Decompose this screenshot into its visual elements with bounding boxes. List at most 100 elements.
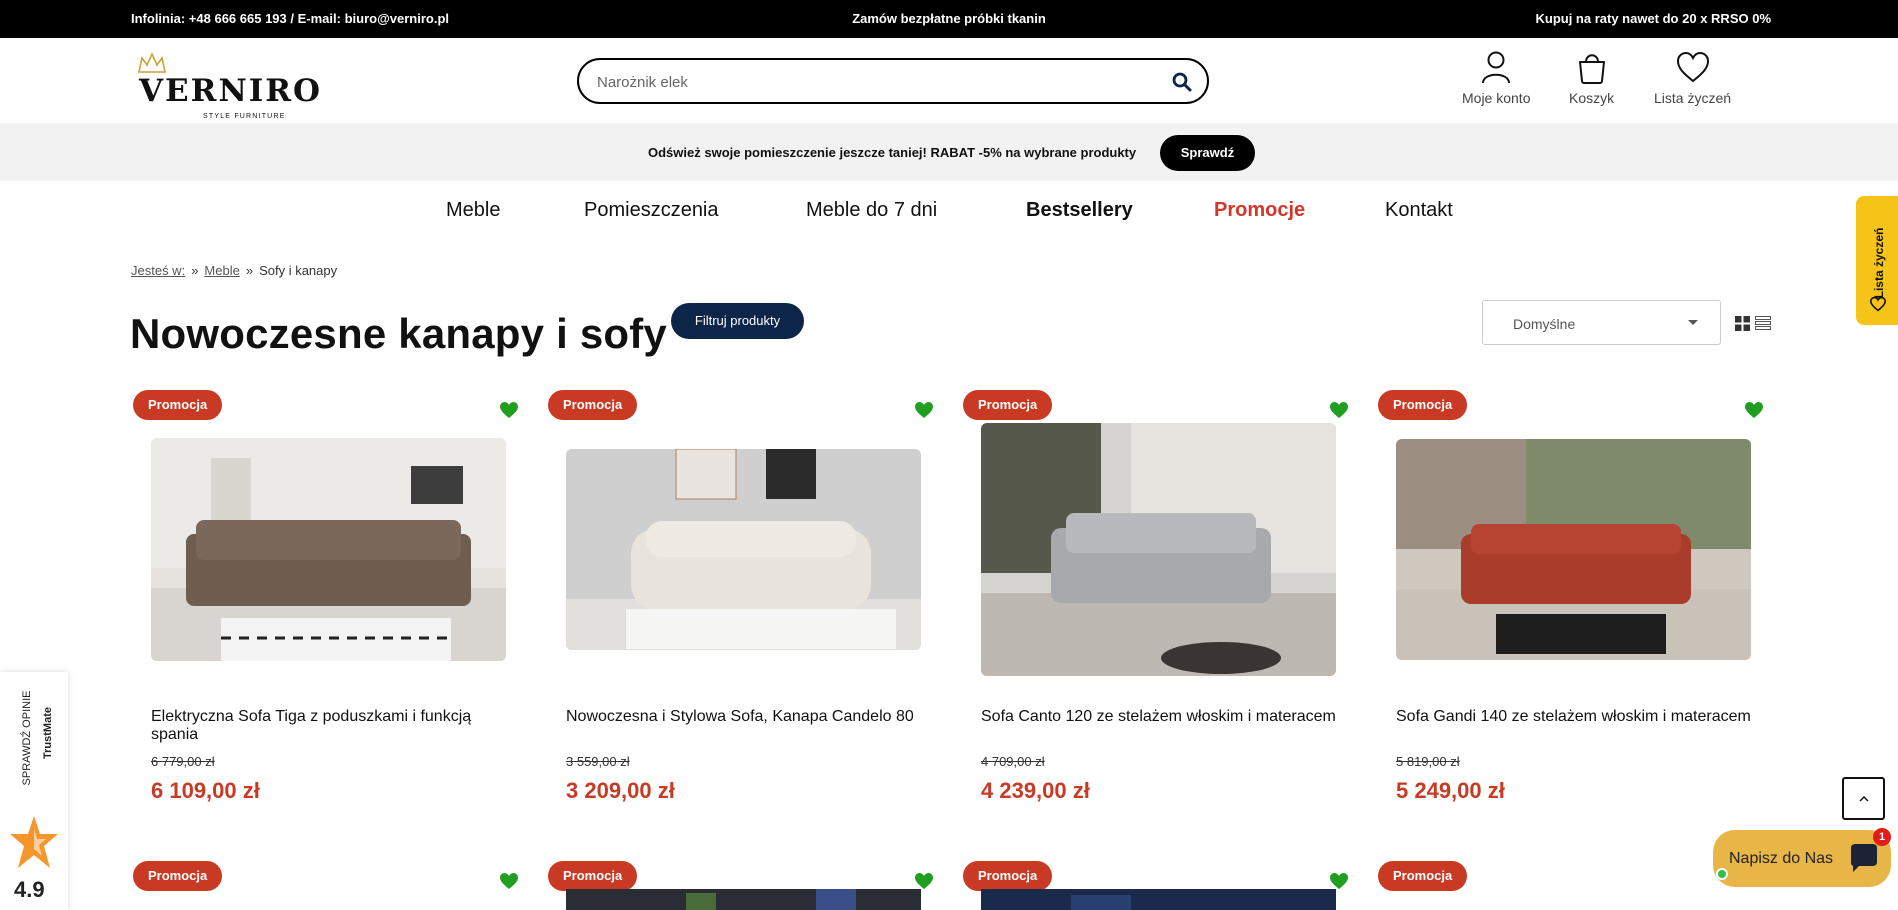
promo-badge: Promocja: [548, 861, 638, 891]
product-card[interactable]: Promocja: [546, 861, 941, 910]
product-image[interactable]: [1396, 439, 1751, 660]
filter-products-button[interactable]: Filtruj produkty: [671, 303, 804, 339]
breadcrumb-item-meble[interactable]: Meble: [204, 263, 239, 278]
breadcrumb-prefix[interactable]: Jesteś w:: [131, 263, 185, 278]
chat-bubble-icon: [1851, 844, 1877, 872]
product-card[interactable]: Promocja Sofa Canto 120 ze stelażem włos…: [961, 390, 1356, 810]
product-card[interactable]: Promocja Sofa Gandi 140 ze stelażem włos…: [1376, 390, 1771, 810]
promo-badge: Promocja: [1378, 390, 1468, 420]
nav-item-promocje[interactable]: Promocje: [1214, 199, 1305, 222]
promo-badge: Promocja: [133, 390, 223, 420]
chat-notification-badge: 1: [1873, 828, 1891, 846]
user-icon: [1482, 51, 1511, 84]
product-image[interactable]: [151, 438, 506, 661]
product-image[interactable]: [566, 889, 921, 910]
grid-view-icon[interactable]: [1735, 316, 1750, 331]
online-status-dot: [1716, 868, 1728, 880]
promo-strip: Odśwież swoje pomieszczenie jeszcze tani…: [0, 123, 1898, 181]
product-card[interactable]: Promocja: [961, 861, 1356, 910]
chevron-up-icon: [1859, 795, 1869, 802]
main-nav: Meble Pomieszczenia Meble do 7 dni Bests…: [0, 181, 1898, 241]
product-card[interactable]: Promocja Elektryczna Sofa Tiga z poduszk…: [131, 390, 526, 810]
current-price: 6 109,00 zł: [151, 778, 260, 803]
product-image[interactable]: [981, 423, 1336, 676]
chat-label: Napisz do Nas: [1729, 850, 1834, 867]
logo-tagline: STYLE FURNITURE: [203, 113, 286, 120]
nav-item-pomieszczenia[interactable]: Pomieszczenia: [584, 199, 719, 222]
sort-value: Domyślne: [1513, 316, 1576, 332]
heart-icon[interactable]: [1329, 401, 1349, 419]
promo-badge: Promocja: [963, 390, 1053, 420]
wishlist-label: Lista życzeń: [1654, 90, 1732, 106]
product-card[interactable]: Promocja Nowoczesna i Stylowa Sofa, Kana…: [546, 390, 941, 810]
product-image[interactable]: [566, 449, 921, 650]
current-price: 3 209,00 zł: [566, 778, 675, 803]
star-icon: [10, 816, 58, 868]
site-logo[interactable]: VERNIRO STYLE FURNITURE: [135, 52, 320, 120]
current-price: 5 249,00 zł: [1396, 778, 1505, 803]
old-price: 6 779,00 zł: [151, 754, 215, 769]
product-name[interactable]: Sofa Canto 120 ze stelażem włoskim i mat…: [981, 708, 1336, 726]
installments-info[interactable]: Kupuj na raty nawet do 20 x RRSO 0%: [1535, 11, 1771, 26]
wishlist-tab-label: Lista życzeń: [1872, 227, 1886, 299]
old-price: 4 709,00 zł: [981, 754, 1045, 769]
promo-badge: Promocja: [548, 390, 638, 420]
heart-icon[interactable]: [914, 401, 934, 419]
product-name[interactable]: Elektryczna Sofa Tiga z poduszkami i fun…: [151, 708, 506, 744]
list-view-icon[interactable]: [1755, 316, 1771, 331]
breadcrumb-current: Sofy i kanapy: [259, 263, 338, 278]
search-box: [577, 58, 1209, 104]
chat-widget[interactable]: Napisz do Nas 1: [1713, 828, 1891, 887]
promo-check-button[interactable]: Sprawdź: [1160, 135, 1255, 171]
installments-prefix: Kupuj na raty nawet do: [1535, 11, 1679, 26]
cart-link[interactable]: Koszyk: [1569, 50, 1614, 106]
promo-text: Odśwież swoje pomieszczenie jeszcze tani…: [648, 145, 1137, 160]
crown-icon: [138, 52, 166, 73]
wishlist-side-tab[interactable]: Lista życzeń: [1856, 196, 1898, 325]
free-samples-link[interactable]: Zamów bezpłatne próbki tkanin: [852, 11, 1046, 26]
cart-label: Koszyk: [1569, 90, 1615, 106]
top-info-bar: Infolinia: +48 666 665 193 / E-mail: biu…: [0, 0, 1898, 38]
heart-icon[interactable]: [499, 401, 519, 419]
account-label: Moje konto: [1462, 90, 1531, 106]
heart-icon[interactable]: [1744, 401, 1764, 419]
product-name[interactable]: Sofa Gandi 140 ze stelażem włoskim i mat…: [1396, 708, 1751, 726]
account-link[interactable]: Moje konto: [1462, 50, 1530, 106]
trust-score: 4.9: [14, 877, 45, 902]
heart-icon[interactable]: [914, 872, 934, 890]
search-input[interactable]: [597, 70, 1157, 94]
nav-item-meble[interactable]: Meble: [446, 199, 500, 222]
nav-item-bestsellery[interactable]: Bestsellery: [1026, 199, 1133, 222]
trustmate-widget[interactable]: SPRAWDŹ OPINIE TrustMate 4.9: [0, 672, 68, 910]
wishlist-link[interactable]: Lista życzeń: [1654, 50, 1731, 106]
sort-select[interactable]: Domyślne: [1482, 300, 1721, 345]
old-price: 3 559,00 zł: [566, 754, 630, 769]
product-card[interactable]: Promocja: [1376, 861, 1771, 910]
promo-badge: Promocja: [1378, 861, 1468, 891]
site-header: VERNIRO STYLE FURNITURE Moje konto Koszy…: [0, 38, 1898, 123]
breadcrumb: Jesteś w: » Meble » Sofy i kanapy: [131, 263, 337, 278]
product-image[interactable]: [981, 889, 1336, 910]
breadcrumb-separator: »: [191, 263, 199, 278]
heart-icon: [1870, 296, 1886, 312]
scroll-to-top-button[interactable]: [1842, 777, 1885, 820]
bag-icon: [1578, 54, 1605, 84]
product-name[interactable]: Nowoczesna i Stylowa Sofa, Kanapa Candel…: [566, 708, 921, 726]
current-price: 4 239,00 zł: [981, 778, 1090, 803]
promo-badge: Promocja: [963, 861, 1053, 891]
heart-icon[interactable]: [1329, 872, 1349, 890]
nav-item-meble-7-dni[interactable]: Meble do 7 dni: [806, 199, 937, 222]
logo-wordmark: VERNIRO: [139, 73, 323, 109]
breadcrumb-separator: »: [245, 263, 254, 278]
chevron-down-icon: [1688, 320, 1698, 325]
product-card[interactable]: Promocja: [131, 861, 526, 910]
trust-brand: TrustMate: [42, 707, 54, 759]
search-icon[interactable]: [1171, 71, 1193, 93]
page-title: Nowoczesne kanapy i sofy: [130, 310, 667, 357]
promo-badge: Promocja: [133, 861, 223, 891]
heart-icon[interactable]: [499, 872, 519, 890]
nav-item-kontakt[interactable]: Kontakt: [1385, 199, 1453, 222]
heart-icon: [1676, 51, 1709, 83]
trust-label: SPRAWDŹ OPINIE: [21, 690, 33, 786]
installments-bold: 20 x RRSO 0%: [1682, 11, 1771, 26]
